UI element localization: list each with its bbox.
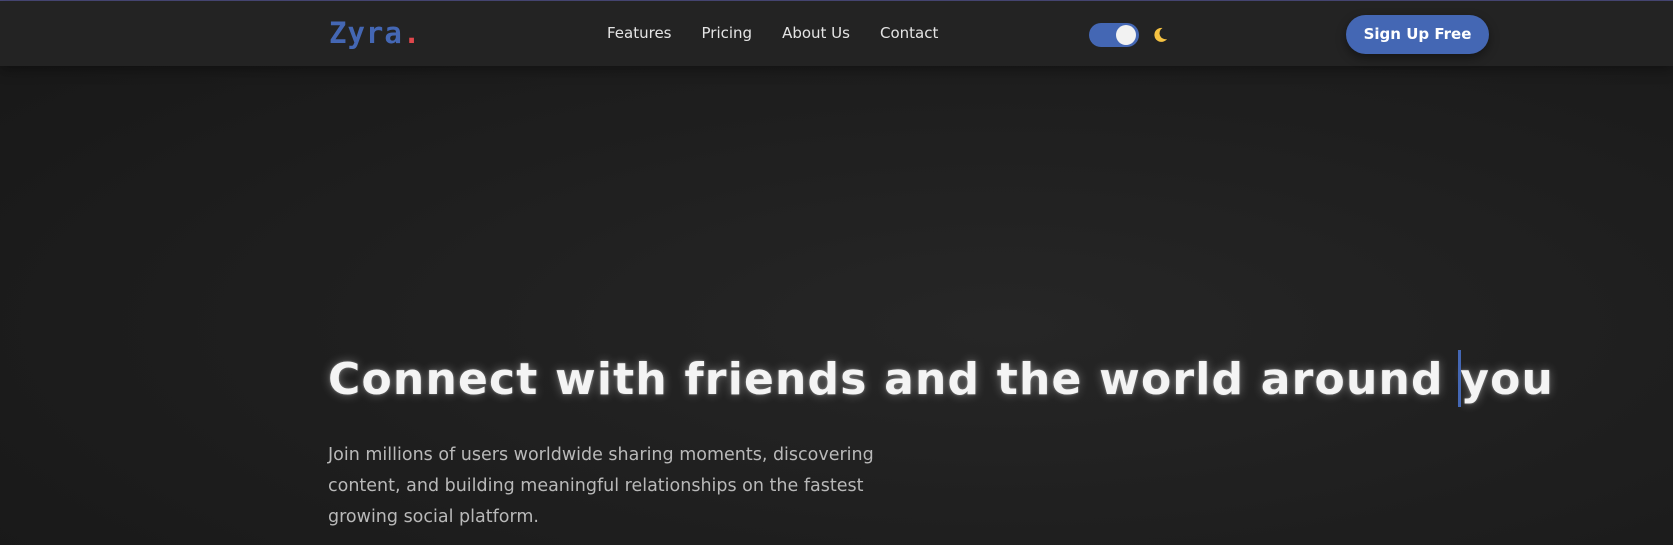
hero-title: Connect with friends and the world aroun… [328,354,1555,405]
nav-link-contact[interactable]: Contact [880,23,938,43]
typing-caret [1458,350,1461,407]
brand-dot: . [402,16,422,50]
hero-subtitle: Join millions of users worldwide sharing… [328,445,874,527]
brand-logo[interactable]: Zyra. [329,16,421,50]
toggle-knob [1116,25,1136,45]
moon-icon [1152,26,1168,44]
sign-up-button[interactable]: Sign Up Free [1346,15,1489,54]
landing-page: Zyra. Features Pricing About Us Contact … [0,0,1673,545]
nav-link-pricing[interactable]: Pricing [702,23,753,43]
theme-toggle[interactable] [1089,23,1139,47]
nav-link-features[interactable]: Features [607,23,672,43]
brand-name: Zyra [329,16,403,50]
main-nav: Features Pricing About Us Contact [607,23,938,43]
nav-link-about-us[interactable]: About Us [782,23,850,43]
navbar: Zyra. Features Pricing About Us Contact … [0,1,1673,66]
